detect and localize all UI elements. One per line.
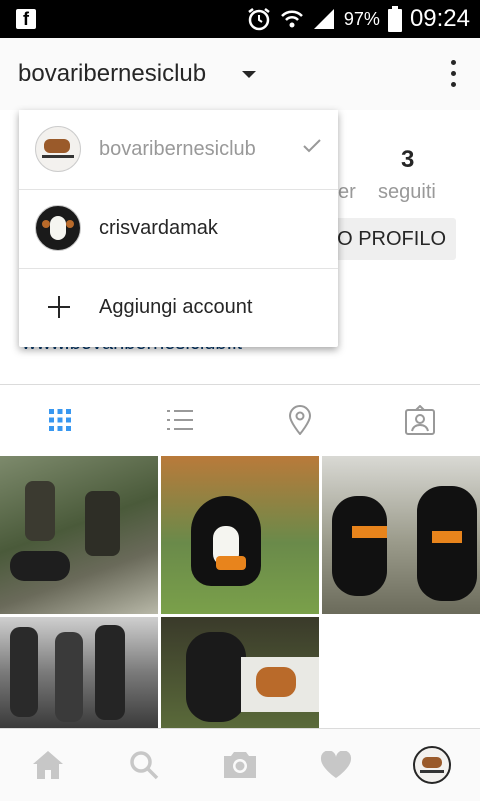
profile-avatar-icon: [413, 746, 451, 784]
add-account-label: Aggiungi account: [99, 296, 253, 318]
edit-profile-label: JO PROFILO: [330, 228, 446, 250]
photo-thumbnail[interactable]: [322, 456, 480, 614]
status-icons: 97% 09:24: [246, 0, 470, 38]
nav-activity[interactable]: [288, 729, 384, 801]
grid-icon: [49, 409, 71, 431]
more-vert-icon[interactable]: [448, 60, 458, 90]
tab-grid[interactable]: [0, 385, 120, 455]
photo-thumbnail[interactable]: [161, 617, 319, 728]
nav-search[interactable]: [96, 729, 192, 801]
home-icon: [33, 751, 63, 779]
check-icon: [303, 139, 321, 153]
avatar: [35, 205, 81, 251]
battery-percent: 97%: [343, 8, 380, 29]
add-account-item[interactable]: Aggiungi account: [19, 268, 338, 347]
clock: 09:24: [409, 5, 470, 32]
account-switcher-menu: bovaribernesiclub crisvardamak Aggiungi …: [19, 110, 338, 347]
photo-thumbnail[interactable]: [0, 456, 158, 614]
status-bar: f 97% 09:24: [0, 0, 480, 38]
account-username: bovaribernesiclub: [99, 138, 256, 160]
list-icon: [167, 410, 193, 430]
nav-profile[interactable]: [384, 729, 480, 801]
plus-icon: [48, 296, 70, 318]
location-pin-icon: [288, 405, 312, 435]
account-switcher-title[interactable]: bovaribernesiclub: [18, 60, 206, 88]
tagged-person-icon: [405, 405, 435, 435]
photo-grid: [0, 456, 480, 728]
heart-icon: [320, 751, 352, 778]
avatar: [35, 126, 81, 172]
account-item-bovaribernesiclub[interactable]: bovaribernesiclub: [19, 110, 338, 190]
account-item-crisvardamak[interactable]: crisvardamak: [19, 189, 338, 269]
tab-map[interactable]: [240, 385, 360, 455]
photo-thumbnail[interactable]: [161, 456, 319, 614]
tab-list[interactable]: [120, 385, 240, 455]
signal-icon: [313, 9, 334, 29]
search-icon: [130, 751, 159, 780]
following-count[interactable]: 3: [401, 146, 414, 174]
photo-thumbnail[interactable]: [0, 617, 158, 728]
edit-profile-button[interactable]: JO PROFILO: [330, 218, 456, 260]
alarm-icon: [248, 8, 270, 31]
app-bar: bovaribernesiclub: [0, 38, 480, 111]
caret-down-icon[interactable]: [242, 71, 256, 78]
battery-icon: [387, 6, 402, 32]
facebook-notification-icon: f: [16, 9, 36, 29]
following-label[interactable]: seguiti: [378, 181, 436, 204]
followers-label[interactable]: er: [338, 181, 356, 204]
account-username: crisvardamak: [99, 217, 218, 239]
tab-tagged[interactable]: [360, 385, 480, 455]
bottom-nav: [0, 728, 480, 801]
nav-home[interactable]: [0, 729, 96, 801]
wifi-icon: [281, 10, 303, 28]
nav-camera[interactable]: [192, 729, 288, 801]
camera-icon: [224, 752, 256, 778]
profile-tabs: [0, 385, 480, 455]
